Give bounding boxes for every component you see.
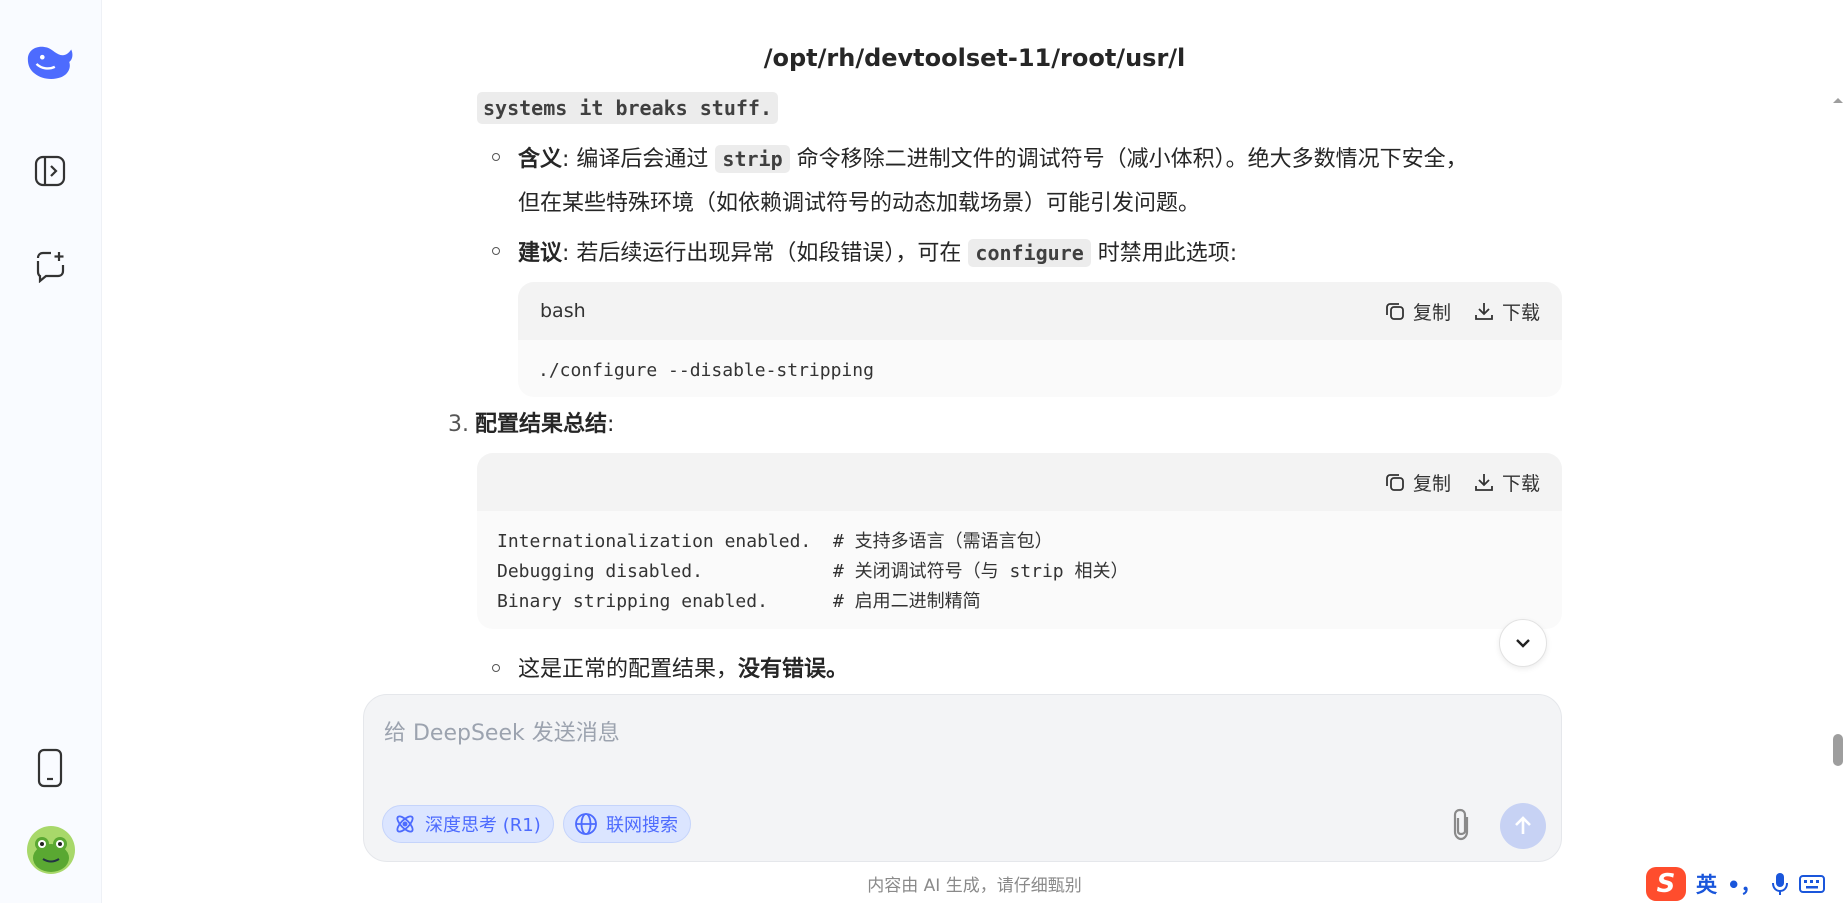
- bullet-dot: [492, 153, 500, 161]
- new-chat-icon[interactable]: [24, 240, 76, 292]
- copy-icon: [1386, 474, 1404, 491]
- copy-icon: [1386, 303, 1404, 320]
- download-icon: [1475, 303, 1493, 320]
- ime-lang[interactable]: 英: [1696, 869, 1717, 899]
- section-heading-3: 3. 配置结果总结:: [448, 405, 614, 445]
- bullet-text: 这是正常的配置结果，: [518, 657, 739, 682]
- code-block-config-summary: 复制 下载 Internationalization enabled. # 支持…: [477, 453, 1562, 629]
- copy-label: 复制: [1412, 301, 1451, 324]
- list-number: 3.: [448, 412, 469, 437]
- sogou-logo-icon[interactable]: S: [1646, 866, 1686, 901]
- code-block-header: bash 复制 下载: [518, 282, 1562, 340]
- section-title: 配置结果总结: [475, 412, 608, 437]
- inline-code: systems it breaks stuff.: [477, 92, 778, 124]
- globe-icon: [575, 813, 597, 835]
- bullet-text: 时禁用此选项:: [1090, 241, 1238, 266]
- user-avatar[interactable]: [27, 826, 75, 874]
- microphone-icon[interactable]: [1771, 872, 1789, 896]
- bullet-label: 含义: [518, 147, 563, 172]
- keyboard-icon[interactable]: [1799, 874, 1826, 894]
- page-title: /opt/rh/devtoolset-11/root/usr/l: [763, 44, 1186, 72]
- code-block-bash: bash 复制 下载 ./configure --disable-strippi…: [518, 282, 1562, 397]
- ime-punct[interactable]: •，: [1727, 869, 1761, 899]
- atom-icon: [396, 815, 414, 833]
- scrollbar-thumb[interactable]: [1833, 734, 1843, 766]
- code-language: bash: [540, 300, 586, 322]
- copy-button[interactable]: 复制: [1384, 298, 1451, 325]
- list-item-normal-result: 这是正常的配置结果，没有错误。: [492, 648, 1558, 692]
- section-colon: :: [607, 412, 615, 437]
- attach-button[interactable]: [1447, 807, 1475, 847]
- copy-button[interactable]: 复制: [1384, 469, 1451, 496]
- code-content: Internationalization enabled. # 支持多语言（需语…: [497, 531, 1129, 612]
- code-content: ./configure --disable-stripping: [538, 360, 874, 381]
- deep-think-toggle[interactable]: 深度思考 (R1): [382, 805, 554, 843]
- message-input[interactable]: 给 DeepSeek 发送消息: [384, 715, 620, 747]
- scrollbar[interactable]: [1828, 90, 1848, 903]
- bullet-text: 命令移除二进制文件的调试符号（减小体积）。绝大多数情况下安全，: [789, 147, 1468, 172]
- bullet-bold: 没有错误。: [738, 657, 849, 682]
- bullet-text-line2: 但在某些特殊环境（如依赖调试符号的动态加载场景）可能引发问题。: [518, 191, 1201, 216]
- bullet-text: : 若后续运行出现异常（如段错误），可在: [562, 241, 969, 266]
- bullet-dot: [492, 664, 500, 672]
- sidebar-toggle-icon[interactable]: [24, 145, 76, 197]
- deep-think-label: 深度思考 (R1): [425, 815, 541, 836]
- bullet-label: 建议: [518, 241, 563, 266]
- scroll-to-bottom-button[interactable]: [1499, 619, 1547, 667]
- web-search-toggle[interactable]: 联网搜索: [563, 805, 691, 843]
- download-label: 下载: [1501, 472, 1540, 495]
- list-item-suggestion: 建议: 若后续运行出现异常（如段错误），可在 configure 时禁用此选项:: [492, 231, 1558, 276]
- download-button[interactable]: 下载: [1473, 298, 1540, 325]
- download-icon: [1475, 474, 1493, 491]
- paperclip-icon: [1453, 808, 1469, 841]
- mobile-app-icon[interactable]: [24, 742, 76, 794]
- message-composer[interactable]: 给 DeepSeek 发送消息 深度思考 (R1) 联网搜索: [363, 694, 1562, 862]
- bullet-text: : 编译后会通过: [562, 147, 716, 172]
- web-search-label: 联网搜索: [606, 815, 678, 836]
- download-label: 下载: [1501, 301, 1540, 324]
- ime-toolbar[interactable]: S 英 •，: [1646, 864, 1848, 903]
- arrow-up-icon: [1515, 816, 1531, 834]
- copy-label: 复制: [1412, 472, 1451, 495]
- inline-code-configure: configure: [968, 239, 1091, 267]
- inline-code-strip: strip: [715, 145, 790, 173]
- download-button[interactable]: 下载: [1473, 469, 1540, 496]
- code-block-header: 复制 下载: [477, 453, 1562, 511]
- send-button[interactable]: [1500, 803, 1546, 849]
- deepseek-logo-icon[interactable]: [24, 36, 76, 88]
- list-item-meaning: 含义: 编译后会通过 strip 命令移除二进制文件的调试符号（减小体积）。绝大…: [492, 137, 1558, 226]
- sidebar: [0, 0, 102, 903]
- code-fragment: systems it breaks stuff.: [477, 92, 778, 124]
- scroll-up-arrow-icon[interactable]: [1832, 96, 1844, 104]
- chevron-down-icon: [1516, 639, 1530, 648]
- ai-disclaimer: 内容由 AI 生成，请仔细甄别: [867, 876, 1082, 896]
- bullet-dot: [492, 247, 500, 255]
